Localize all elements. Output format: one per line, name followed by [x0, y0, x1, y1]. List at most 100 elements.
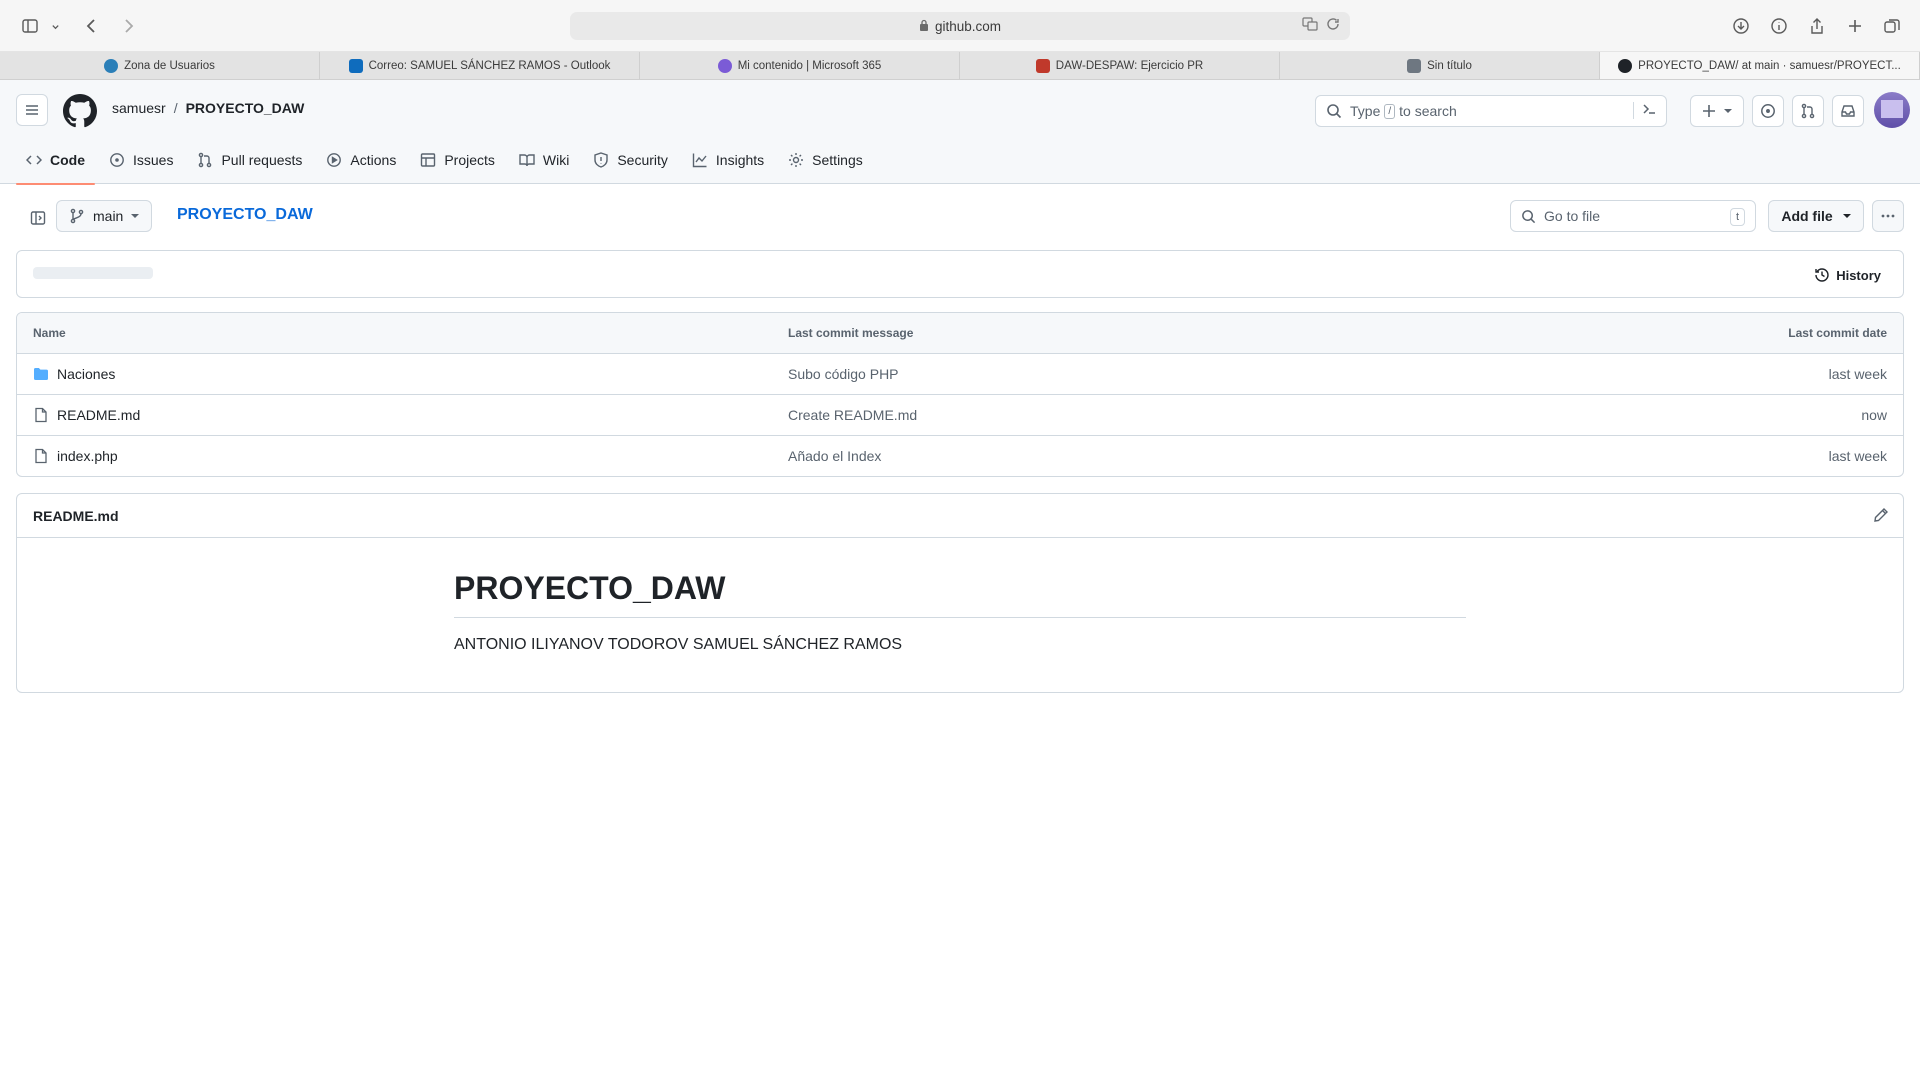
tab-pull-requests[interactable]: Pull requests	[187, 136, 312, 184]
browser-tab-outlook[interactable]: Correo: SAMUEL SÁNCHEZ RAMOS - Outlook	[320, 52, 640, 79]
moodle-icon	[1035, 58, 1050, 73]
repo-nav: Code Issues Pull requests Actions Projec…	[16, 136, 877, 185]
add-file-label: Add file	[1781, 208, 1833, 224]
tab-projects[interactable]: Projects	[410, 136, 505, 184]
search-placeholder-post: to search	[1399, 103, 1457, 119]
tab-label: Issues	[133, 152, 174, 168]
tab-label: Security	[617, 152, 668, 168]
search-icon	[1522, 209, 1536, 223]
file-link[interactable]: index.php	[57, 448, 118, 464]
tab-actions[interactable]: Actions	[316, 136, 406, 184]
table-header: Name Last commit message Last commit dat…	[17, 313, 1903, 353]
commit-message-link[interactable]: Create README.md	[788, 407, 917, 423]
avatar[interactable]	[1874, 92, 1910, 128]
commit-date: last week	[1828, 448, 1887, 464]
file-icon	[35, 448, 47, 464]
tab-label: DAW-DESPAW: Ejercicio PR	[1055, 59, 1204, 72]
tab-code[interactable]: Code	[16, 136, 95, 185]
sidebar-expand-icon	[30, 211, 46, 225]
share-icon[interactable]	[1805, 14, 1829, 38]
branch-name: main	[93, 208, 124, 224]
new-tab-icon[interactable]	[1843, 14, 1867, 38]
play-icon	[327, 153, 342, 167]
go-to-file-input[interactable]: Go to file t	[1510, 200, 1756, 232]
readme-filename[interactable]: README.md	[33, 508, 119, 524]
readme-panel: README.md PROYECTO_DAW ANTONIO ILIYANOV …	[16, 493, 1904, 693]
repo-root-link[interactable]: PROYECTO_DAW	[177, 206, 313, 224]
url-text: github.com	[934, 18, 1002, 34]
search-placeholder-pre: Type	[1350, 103, 1381, 119]
code-icon	[26, 155, 42, 165]
tab-label: Pull requests	[221, 152, 303, 168]
git-branch-icon	[70, 208, 84, 224]
tab-settings[interactable]: Settings	[778, 136, 873, 184]
history-button[interactable]: History	[1804, 261, 1891, 289]
commit-message-link[interactable]: Añado el Index	[788, 448, 881, 464]
tab-label: Settings	[812, 152, 863, 168]
caret-down-icon	[1724, 109, 1732, 113]
tab-label: Mi contenido | Microsoft 365	[737, 59, 882, 72]
browser-tab-daw-despaw[interactable]: DAW-DESPAW: Ejercicio PR	[960, 52, 1280, 79]
edit-readme-button[interactable]	[1873, 507, 1889, 526]
microsoft365-icon	[717, 58, 732, 73]
git-pull-request-icon	[1801, 103, 1815, 119]
tab-wiki[interactable]: Wiki	[509, 136, 579, 184]
readme-content: PROYECTO_DAW ANTONIO ILIYANOV TODOROV SA…	[454, 570, 1466, 654]
search-icon	[1327, 104, 1342, 119]
owner-link[interactable]: samuesr	[112, 100, 166, 116]
tab-security[interactable]: Security	[583, 136, 678, 184]
file-link[interactable]: Naciones	[57, 366, 115, 382]
branch-selector-button[interactable]: main	[56, 200, 153, 232]
translate-icon[interactable]	[1302, 17, 1318, 34]
file-link[interactable]: README.md	[57, 407, 140, 423]
main-content: main PROYECTO_DAW Go to file t Add file …	[0, 184, 1920, 693]
tab-label: Sin título	[1427, 59, 1472, 72]
browser-tab-microsoft365[interactable]: Mi contenido | Microsoft 365	[640, 52, 960, 79]
repo-name-link[interactable]: PROYECTO_DAW	[186, 100, 305, 116]
graph-icon	[692, 153, 707, 168]
commit-message-link[interactable]: Subo código PHP	[788, 366, 899, 382]
file-tree-toggle-button[interactable]	[22, 204, 54, 232]
inbox-button[interactable]	[1832, 95, 1864, 127]
file-name-cell: README.md	[33, 407, 140, 423]
menu-button[interactable]	[16, 94, 48, 126]
readme-header: README.md	[17, 494, 1903, 538]
tab-insights[interactable]: Insights	[682, 136, 774, 184]
forward-icon[interactable]	[116, 14, 140, 38]
command-palette-icon[interactable]	[1633, 102, 1656, 119]
tab-overview-icon[interactable]	[1880, 14, 1904, 38]
browser-tab-sin-titulo[interactable]: Sin título	[1280, 52, 1600, 79]
search-input[interactable]: Type / to search	[1315, 95, 1667, 127]
create-new-button[interactable]	[1690, 95, 1744, 127]
tab-label: Projects	[444, 152, 495, 168]
tab-label: Correo: SAMUEL SÁNCHEZ RAMOS - Outlook	[368, 59, 611, 72]
back-icon[interactable]	[80, 14, 104, 38]
address-bar[interactable]: github.com	[570, 12, 1350, 40]
reload-icon[interactable]	[1326, 17, 1340, 34]
pencil-icon	[1874, 508, 1888, 522]
sidebar-toggle-icon[interactable]	[18, 14, 42, 38]
issues-button[interactable]	[1752, 95, 1784, 127]
readme-title: PROYECTO_DAW	[454, 570, 1466, 618]
file-name-cell: index.php	[33, 448, 118, 464]
book-icon	[519, 154, 535, 167]
github-logo-icon[interactable]	[63, 94, 97, 128]
table-row: Naciones Subo código PHP last week	[17, 353, 1903, 394]
tab-issues[interactable]: Issues	[99, 136, 183, 184]
github-header: samuesr / PROYECTO_DAW Type / to search	[0, 80, 1920, 185]
lock-icon	[919, 19, 929, 34]
inbox-icon	[1841, 105, 1855, 117]
download-icon[interactable]	[1729, 14, 1753, 38]
readme-text: ANTONIO ILIYANOV TODOROV SAMUEL SÁNCHEZ …	[454, 636, 903, 653]
info-icon[interactable]	[1767, 14, 1791, 38]
breadcrumb-separator: /	[173, 100, 178, 116]
browser-tab-zona-usuarios[interactable]: Zona de Usuarios	[0, 52, 320, 79]
add-file-button[interactable]: Add file	[1768, 200, 1864, 232]
file-name-cell: Naciones	[33, 366, 115, 382]
more-options-button[interactable]	[1872, 200, 1904, 232]
chevron-down-icon[interactable]	[48, 14, 62, 38]
pull-requests-button[interactable]	[1792, 95, 1824, 127]
browser-tab-github-active[interactable]: PROYECTO_DAW/ at main · samuesr/PROYECT.…	[1600, 52, 1920, 79]
file-table: Name Last commit message Last commit dat…	[16, 312, 1904, 477]
folder-icon	[34, 368, 48, 380]
